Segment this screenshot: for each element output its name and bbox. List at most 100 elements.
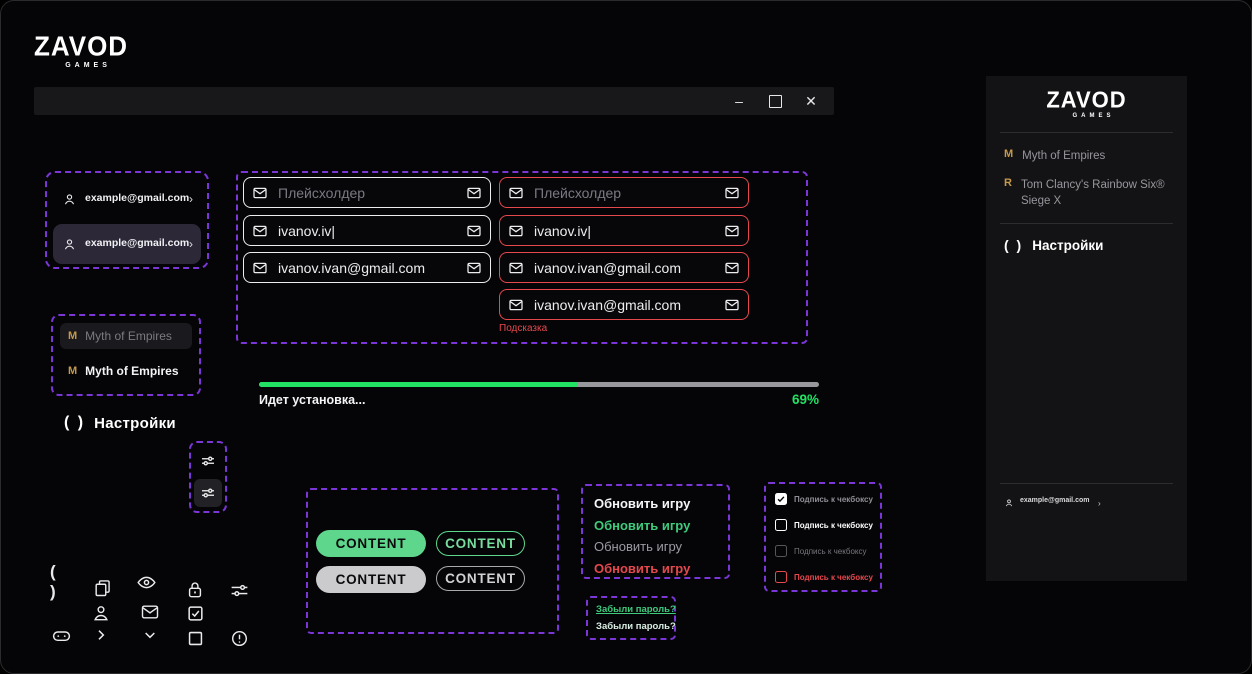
install-progress: Идет установка... 69% bbox=[259, 382, 819, 407]
forgot-password-link[interactable]: Забыли пароль? bbox=[596, 604, 666, 615]
window-titlebar: – ✕ bbox=[34, 87, 834, 115]
text-field-error-placeholder[interactable] bbox=[499, 177, 749, 208]
text-field-placeholder[interactable] bbox=[243, 177, 491, 208]
sliders-icon bbox=[228, 579, 250, 601]
forgot-password-link-hover[interactable]: Забыли пароль? bbox=[596, 621, 666, 632]
content-buttons-frame: CONTENT CONTENT CONTENT CONTENT bbox=[306, 488, 559, 634]
divider bbox=[1000, 223, 1173, 224]
chevron-right-icon: › bbox=[1098, 499, 1101, 508]
brand-logo: ZAVOD GAMES bbox=[34, 33, 128, 69]
chevron-right-icon: › bbox=[189, 192, 193, 206]
lock-icon bbox=[184, 579, 206, 601]
checkbox-empty-icon bbox=[184, 627, 206, 649]
content-button-primary[interactable]: CONTENT bbox=[316, 530, 426, 557]
game-label: Myth of Empires bbox=[85, 364, 178, 378]
checkbox-row-error[interactable]: Подпись к чекбоксу bbox=[775, 570, 871, 584]
account-email: example@gmail.com bbox=[1020, 496, 1070, 507]
checkbox-empty-icon[interactable] bbox=[775, 571, 787, 583]
update-links-frame: Обновить игру Обновить игру Обновить игр… bbox=[581, 484, 730, 579]
divider bbox=[1000, 132, 1173, 133]
mail-icon bbox=[508, 223, 524, 239]
input-hint-text: Подсказка bbox=[499, 323, 547, 334]
progress-status-label: Идет установка... bbox=[259, 393, 365, 407]
checkbox-checked-icon bbox=[184, 602, 206, 624]
checkbox-label: Подпись к чекбоксу bbox=[794, 547, 867, 556]
text-input[interactable] bbox=[532, 184, 716, 202]
maximize-icon bbox=[769, 95, 782, 108]
update-game-link-error[interactable]: Обновить игру bbox=[594, 558, 717, 580]
settings-label: Настройки bbox=[1032, 238, 1103, 253]
text-field-error-typing[interactable] bbox=[499, 215, 749, 246]
text-input[interactable] bbox=[276, 222, 458, 240]
text-field-filled[interactable] bbox=[243, 252, 491, 283]
game-label: Myth of Empires bbox=[85, 329, 172, 343]
text-input[interactable] bbox=[532, 259, 716, 277]
checkbox-empty-icon[interactable] bbox=[775, 519, 787, 531]
checkbox-empty-icon[interactable] bbox=[775, 545, 787, 557]
text-input[interactable] bbox=[276, 184, 458, 202]
checkbox-row-disabled[interactable]: Подпись к чекбоксу bbox=[775, 544, 871, 558]
brackets-logo-icon: ( ) bbox=[1004, 237, 1023, 253]
minimize-button[interactable]: – bbox=[732, 94, 746, 108]
update-game-link-disabled[interactable]: Обновить игру bbox=[594, 536, 717, 558]
mail-icon bbox=[252, 185, 268, 201]
game-list-item-active[interactable]: M Myth of Empires bbox=[60, 358, 192, 384]
text-field-error-filled[interactable] bbox=[499, 252, 749, 283]
sidebar-item-rainbow-six[interactable]: R Tom Clancy's Rainbow Six® Siege X bbox=[1004, 178, 1171, 209]
app-window: ZAVOD GAMES – ✕ example@gmail.com › exam… bbox=[0, 0, 1252, 674]
checkbox-row-checked[interactable]: Подпись к чекбоксу bbox=[775, 492, 871, 506]
eye-icon bbox=[135, 571, 157, 593]
gamepad-icon bbox=[50, 624, 72, 646]
game-label: Tom Clancy's Rainbow Six® Siege X bbox=[1021, 178, 1171, 209]
update-game-link-hover[interactable]: Обновить игру bbox=[594, 515, 717, 537]
mail-icon bbox=[508, 260, 524, 276]
text-input[interactable] bbox=[276, 259, 458, 277]
brand-name: ZAVOD bbox=[1046, 88, 1126, 111]
account-email: example@gmail.com bbox=[85, 237, 181, 250]
sliders-icon bbox=[199, 452, 217, 470]
settings-label: Настройки bbox=[94, 415, 176, 432]
maximize-button[interactable] bbox=[768, 94, 782, 108]
content-button-secondary[interactable]: CONTENT bbox=[436, 531, 525, 556]
mail-icon bbox=[466, 260, 482, 276]
game-list-item[interactable]: M Myth of Empires bbox=[60, 323, 192, 349]
sliders-icon bbox=[199, 484, 217, 502]
mail-icon bbox=[466, 223, 482, 239]
text-input[interactable] bbox=[532, 222, 716, 240]
sidebar-account[interactable]: example@gmail.com › bbox=[1004, 496, 1154, 508]
content-button-primary-disabled[interactable]: CONTENT bbox=[316, 566, 426, 593]
sidebar-item-myth-of-empires[interactable]: M Myth of Empires bbox=[1004, 149, 1172, 165]
sidebar-item-settings[interactable]: ( ) Настройки bbox=[1004, 237, 1103, 253]
game-logo-icon: M bbox=[1004, 149, 1013, 160]
checkbox-checked-icon[interactable] bbox=[775, 493, 787, 505]
settings-menu-item[interactable]: ( ) Настройки bbox=[64, 414, 176, 432]
account-card[interactable]: example@gmail.com › bbox=[53, 179, 201, 219]
divider bbox=[1000, 483, 1173, 484]
text-field-typing[interactable] bbox=[243, 215, 491, 246]
checkbox-row-default[interactable]: Подпись к чекбоксу bbox=[775, 518, 871, 532]
person-icon bbox=[62, 191, 77, 207]
slider-buttons-frame bbox=[189, 441, 227, 513]
mail-icon bbox=[139, 601, 161, 623]
mail-icon bbox=[252, 223, 268, 239]
content-button-secondary-disabled[interactable]: CONTENT bbox=[436, 566, 525, 591]
account-card-active[interactable]: example@gmail.com › bbox=[53, 224, 201, 264]
filters-button-hover[interactable] bbox=[194, 479, 222, 507]
account-cards-frame: example@gmail.com › example@gmail.com › bbox=[45, 171, 209, 269]
text-field-error-hint[interactable] bbox=[499, 289, 749, 320]
close-button[interactable]: ✕ bbox=[804, 94, 818, 108]
update-game-link[interactable]: Обновить игру bbox=[594, 493, 717, 515]
brand-tagline: GAMES bbox=[1072, 113, 1114, 119]
text-input[interactable] bbox=[532, 296, 716, 314]
person-icon bbox=[1004, 498, 1014, 508]
forgot-links-frame: Забыли пароль? Забыли пароль? bbox=[586, 596, 676, 640]
person-icon bbox=[62, 236, 77, 252]
mail-icon bbox=[508, 185, 524, 201]
game-label: Myth of Empires bbox=[1022, 149, 1172, 165]
checkbox-label: Подпись к чекбоксу bbox=[794, 521, 873, 530]
brackets-logo-icon: ( ) bbox=[64, 414, 85, 432]
person-icon bbox=[90, 602, 112, 624]
mail-icon bbox=[724, 223, 740, 239]
sidebar-brand-logo: ZAVOD GAMES bbox=[986, 89, 1187, 119]
filters-button[interactable] bbox=[194, 447, 222, 475]
